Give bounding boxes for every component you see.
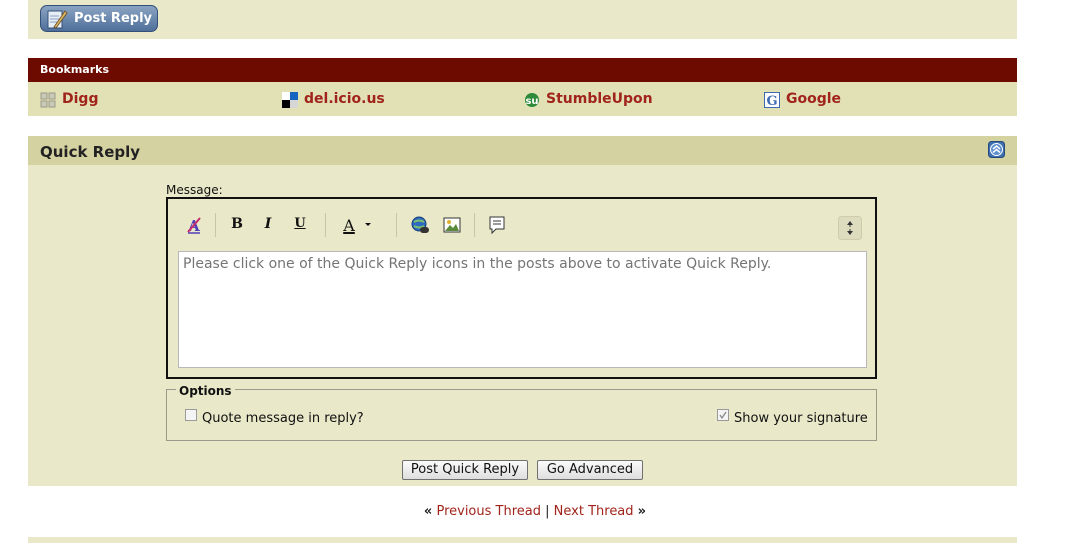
show-signature-label: Show your signature — [734, 411, 868, 426]
toolbar-separator — [325, 213, 326, 237]
thread-navigation: « Previous Thread | Next Thread » — [0, 504, 1070, 519]
bookmarks-list: Digg del.icio.us su StumbleUpon G Google — [28, 82, 1017, 116]
underline-button[interactable]: U — [289, 214, 311, 236]
remove-format-button[interactable]: A — [183, 214, 205, 236]
bookmark-label: del.icio.us — [304, 91, 385, 107]
insert-image-icon — [443, 217, 461, 233]
next-thread-link[interactable]: Next Thread — [554, 504, 634, 519]
previous-thread-link[interactable]: Previous Thread — [436, 504, 541, 519]
bold-icon: B — [231, 216, 243, 232]
bookmarks-header: Bookmarks — [28, 58, 1017, 82]
toolbar-separator — [215, 213, 216, 237]
delicious-icon — [282, 92, 298, 108]
bookmark-label: Google — [786, 91, 842, 107]
bookmark-digg[interactable]: Digg — [40, 91, 160, 109]
top-action-bar: Post Reply — [28, 0, 1017, 39]
previous-arrow: « — [423, 504, 433, 519]
nav-separator: | — [545, 504, 550, 519]
show-signature-checkbox[interactable] — [717, 409, 729, 421]
message-editor: A B I U A — [166, 197, 877, 379]
bottom-bar — [28, 537, 1017, 543]
quote-message-label: Quote message in reply? — [202, 411, 364, 426]
resize-icon — [838, 216, 862, 240]
font-color-button[interactable]: A — [338, 214, 378, 236]
bookmark-google[interactable]: G Google — [764, 91, 884, 109]
message-label: Message: — [166, 183, 223, 197]
svg-text:su: su — [525, 96, 538, 107]
remove-format-icon: A — [187, 217, 201, 235]
message-textarea[interactable] — [178, 251, 867, 368]
quote-icon — [489, 216, 505, 235]
options-legend: Options — [176, 384, 235, 398]
collapse-icon[interactable] — [988, 141, 1005, 158]
toolbar-separator — [396, 213, 397, 237]
bookmark-label: Digg — [62, 91, 99, 107]
italic-button[interactable]: I — [257, 214, 279, 236]
bookmark-delicious[interactable]: del.icio.us — [282, 91, 412, 109]
checkmark-icon — [719, 411, 727, 420]
italic-icon: I — [264, 216, 272, 232]
post-reply-button[interactable]: Post Reply — [40, 5, 158, 32]
svg-text:G: G — [766, 94, 777, 108]
bookmarks-title: Bookmarks — [40, 63, 109, 76]
insert-image-button[interactable] — [441, 214, 463, 236]
post-reply-icon — [47, 10, 68, 29]
digg-icon — [40, 92, 56, 108]
google-icon: G — [764, 92, 780, 108]
go-advanced-button[interactable]: Go Advanced — [537, 460, 643, 480]
font-color-icon: A — [343, 216, 355, 235]
post-quick-reply-button[interactable]: Post Quick Reply — [402, 460, 528, 480]
underline-icon: U — [294, 216, 306, 231]
bold-button[interactable]: B — [226, 214, 248, 236]
quote-button[interactable] — [486, 214, 508, 236]
bookmark-stumbleupon[interactable]: su StumbleUpon — [524, 91, 684, 109]
resize-editor-button[interactable] — [838, 216, 862, 240]
quote-message-checkbox[interactable] — [185, 409, 197, 421]
quick-reply-header: Quick Reply — [28, 136, 1017, 165]
next-arrow: » — [637, 504, 647, 519]
quick-reply-panel: Message: A B I U A — [28, 165, 1017, 486]
insert-link-icon — [411, 216, 429, 233]
color-dropdown-icon — [365, 223, 371, 226]
bookmark-label: StumbleUpon — [546, 91, 653, 107]
post-reply-label: Post Reply — [74, 11, 152, 26]
insert-link-button[interactable] — [409, 214, 431, 236]
toolbar-separator — [474, 213, 475, 237]
quick-reply-title: Quick Reply — [40, 143, 141, 161]
stumbleupon-icon: su — [525, 93, 539, 107]
